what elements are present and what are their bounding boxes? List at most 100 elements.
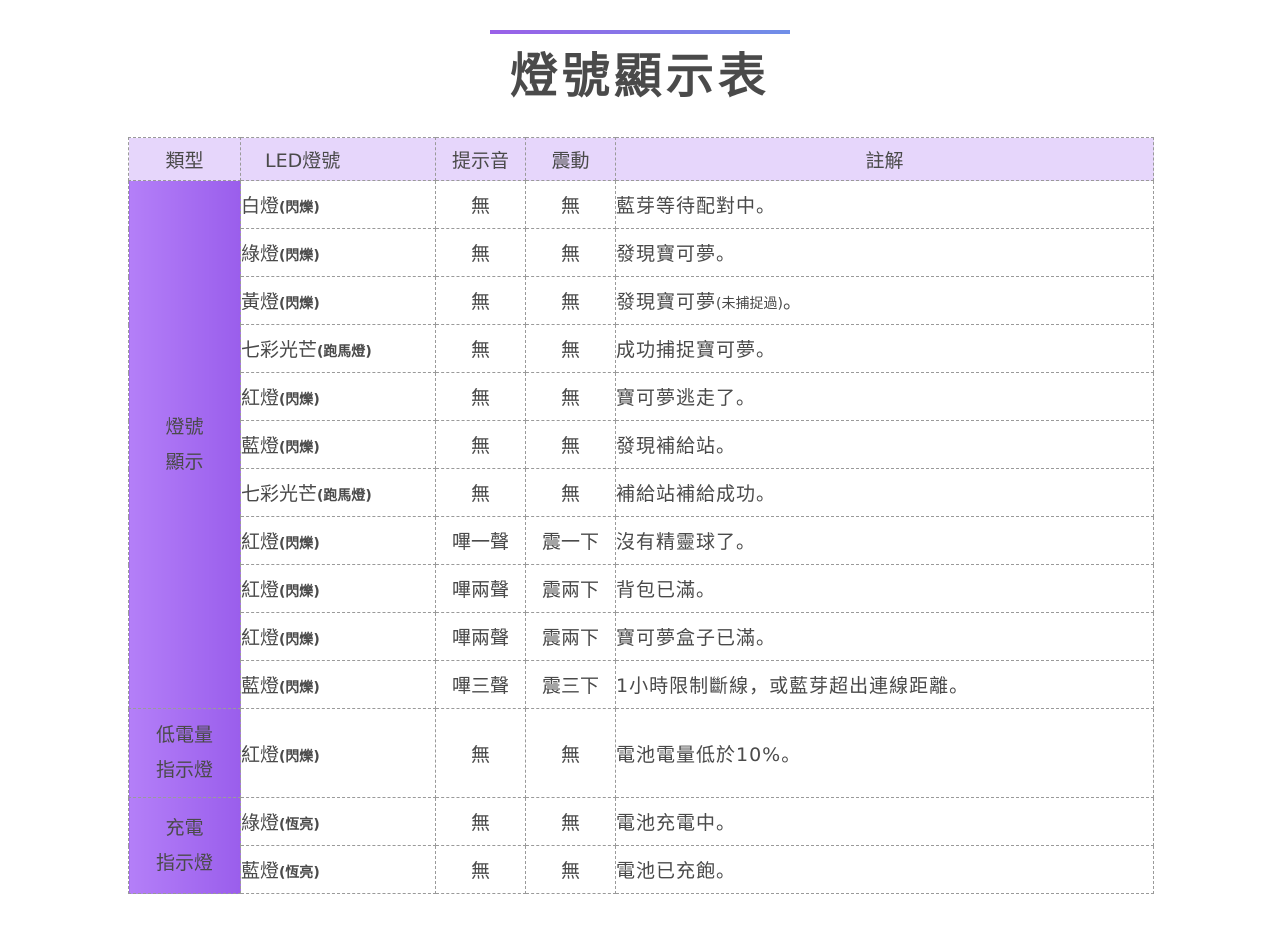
sound-cell: 無 <box>435 708 526 798</box>
led-cell: 藍燈(閃爍) <box>240 660 436 709</box>
vibration-cell: 無 <box>525 845 616 894</box>
vibration-cell: 無 <box>525 468 616 517</box>
type-cell: 低電量 指示燈 <box>128 708 241 798</box>
led-cell: 白燈(閃爍) <box>240 180 436 229</box>
led-mode: (跑馬燈) <box>317 344 372 360</box>
type-label-line1: 充電 <box>165 816 204 839</box>
sound-cell: 嗶兩聲 <box>435 612 526 661</box>
led-mode: (跑馬燈) <box>317 488 372 504</box>
note-text: 電池已充飽。 <box>616 860 737 882</box>
sound-cell: 無 <box>435 845 526 894</box>
note-text: 藍芽等待配對中。 <box>616 195 777 217</box>
type-label-line2: 顯示 <box>165 450 204 473</box>
led-cell: 七彩光芒(跑馬燈) <box>240 324 436 373</box>
led-cell: 紅燈(閃爍) <box>240 516 436 565</box>
vibration-cell: 震三下 <box>525 660 616 709</box>
led-cell: 綠燈(恆亮) <box>240 797 436 846</box>
sound-cell: 無 <box>435 372 526 421</box>
note-cell: 電池電量低於10%。 <box>615 708 1154 798</box>
table-row: 紅燈(閃爍) 嗶兩聲 震兩下 背包已滿。 <box>129 564 1154 613</box>
led-table: 類型 LED燈號 提示音 震動 註解 燈號 顯示 白燈(閃爍) 無無藍芽等待配對中。綠… <box>128 137 1154 894</box>
type-label-line1: 低電量 <box>155 724 213 746</box>
vibration-cell: 震兩下 <box>525 612 616 661</box>
sound-cell: 無 <box>435 420 526 469</box>
note-end: 。 <box>782 291 803 313</box>
note-cell: 寶可夢逃走了。 <box>615 372 1154 421</box>
led-mode: (閃爍) <box>279 584 320 600</box>
vibration-cell: 無 <box>525 324 616 373</box>
note-cell: 背包已滿。 <box>615 564 1154 613</box>
note-cell: 寶可夢盒子已滿。 <box>615 612 1154 661</box>
note-cell: 沒有精靈球了。 <box>615 516 1154 565</box>
table-row: 藍燈(閃爍) 無無發現補給站。 <box>129 420 1154 469</box>
sound-cell: 無 <box>435 324 526 373</box>
led-name: 白燈 <box>241 195 280 217</box>
led-mode: (閃爍) <box>279 296 320 312</box>
note-text: 成功捕捉寶可夢。 <box>616 339 777 361</box>
type-cell: 燈號 顯示 <box>128 180 241 709</box>
sound-cell: 無 <box>435 468 526 517</box>
vibration-cell: 無 <box>525 372 616 421</box>
table-header-row: 類型 LED燈號 提示音 震動 註解 <box>128 137 1154 181</box>
type-label-line2: 指示燈 <box>155 851 213 874</box>
header-vibration: 震動 <box>525 137 616 181</box>
led-name: 紅燈 <box>241 579 280 601</box>
vibration-cell: 無 <box>525 797 616 846</box>
vibration-cell: 震兩下 <box>525 564 616 613</box>
led-cell: 黃燈(閃爍) <box>240 276 436 325</box>
table-row: 紅燈(閃爍) 無無寶可夢逃走了。 <box>129 372 1154 421</box>
led-name: 藍燈 <box>241 860 280 882</box>
table-row: 黃燈(閃爍) 無無發現寶可夢(未捕捉過)。 <box>129 276 1154 325</box>
table-row: 藍燈(閃爍) 嗶三聲 震三下 1小時限制斷線，或藍芽超出連線距離。 <box>129 660 1154 709</box>
type-cell: 充電 指示燈 <box>128 797 241 894</box>
led-cell: 紅燈(閃爍) <box>240 612 436 661</box>
vibration-cell: 無 <box>525 180 616 229</box>
vibration-cell: 無 <box>525 228 616 277</box>
sound-cell: 嗶兩聲 <box>435 564 526 613</box>
vibration-cell: 無 <box>525 276 616 325</box>
vibration-cell: 無 <box>525 708 616 798</box>
note-cell: 補給站補給成功。 <box>615 468 1154 517</box>
note-text: 1小時限制斷線，或藍芽超出連線距離。 <box>616 675 970 697</box>
header-type: 類型 <box>128 137 241 181</box>
led-mode: (恆亮) <box>279 865 320 881</box>
note-text: 沒有精靈球了。 <box>616 531 757 553</box>
note-cell: 藍芽等待配對中。 <box>615 180 1154 229</box>
led-mode: (閃爍) <box>279 392 320 408</box>
led-mode: (閃爍) <box>279 632 320 648</box>
sound-cell: 無 <box>435 276 526 325</box>
note-cell: 發現寶可夢(未捕捉過)。 <box>615 276 1154 325</box>
led-name: 紅燈 <box>241 387 280 409</box>
led-name: 藍燈 <box>241 435 280 457</box>
note-cell: 成功捕捉寶可夢。 <box>615 324 1154 373</box>
note-text: 發現寶可夢 <box>616 291 717 313</box>
led-name: 七彩光芒 <box>241 483 318 505</box>
led-mode: (閃爍) <box>279 680 320 696</box>
title-accent-bar <box>490 30 790 34</box>
header-note: 註解 <box>615 137 1154 181</box>
table-row: 七彩光芒(跑馬燈) 無無補給站補給成功。 <box>129 468 1154 517</box>
sound-cell: 無 <box>435 228 526 277</box>
header-led: LED燈號 <box>240 137 436 181</box>
table-row: 七彩光芒(跑馬燈) 無無成功捕捉寶可夢。 <box>129 324 1154 373</box>
vibration-cell: 無 <box>525 420 616 469</box>
led-name: 藍燈 <box>241 675 280 697</box>
led-name: 紅燈 <box>241 627 280 649</box>
page-title: 燈號顯示表 <box>509 48 770 104</box>
led-cell: 紅燈(閃爍) <box>240 372 436 421</box>
led-mode: (閃爍) <box>279 748 320 765</box>
led-name: 黃燈 <box>241 291 280 313</box>
table-row: 燈號 顯示 白燈(閃爍) 無無藍芽等待配對中。 <box>128 180 1154 709</box>
note-text: 電池電量低於10%。 <box>616 743 802 766</box>
note-cell: 1小時限制斷線，或藍芽超出連線距離。 <box>615 660 1154 709</box>
led-cell: 藍燈(閃爍) <box>240 420 436 469</box>
led-cell: 藍燈(恆亮) <box>240 845 436 894</box>
sound-cell: 無 <box>435 797 526 846</box>
note-subtext: (未捕捉過) <box>716 296 783 312</box>
led-cell: 七彩光芒(跑馬燈) <box>240 468 436 517</box>
led-name: 紅燈 <box>241 743 280 766</box>
note-cell: 電池已充飽。 <box>615 845 1154 894</box>
type-label-line2: 指示燈 <box>155 759 213 781</box>
note-text: 寶可夢逃走了。 <box>616 387 757 409</box>
table-row: 綠燈(閃爍) 無無發現寶可夢。 <box>129 228 1154 277</box>
